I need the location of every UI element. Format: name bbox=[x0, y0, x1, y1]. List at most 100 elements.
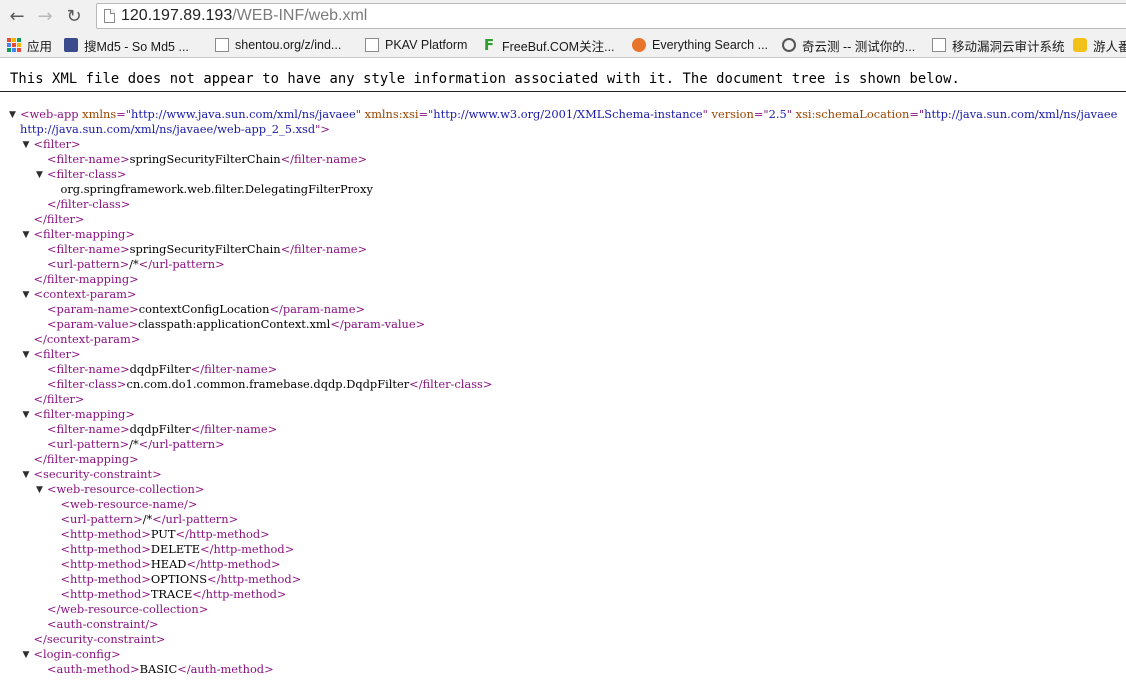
bookmark-label: FreeBuf.COM关注... bbox=[502, 39, 615, 54]
xml-tag: <filter-class> bbox=[47, 377, 127, 391]
xml-line: <filter-name>springSecurityFilterChain</… bbox=[47, 242, 367, 257]
xml-line: <auth-method>BASIC</auth-method> bbox=[47, 662, 274, 677]
xml-tag: <url-pattern> bbox=[47, 437, 130, 451]
xml-attr-value: 2.5 bbox=[768, 107, 787, 121]
collapse-toggle-icon[interactable]: ▼ bbox=[23, 350, 31, 360]
bookmark-mobile-audit[interactable]: 移动漏洞云审计系统 bbox=[932, 36, 1065, 54]
xml-attr-name: xsi:schemaLocation bbox=[795, 107, 910, 121]
xml-line: <http-method>TRACE</http-method> bbox=[61, 587, 287, 602]
xml-text: TRACE bbox=[150, 587, 193, 601]
xml-line: <web-resource-name/> bbox=[61, 497, 198, 512]
back-arrow-icon[interactable]: ← bbox=[6, 5, 28, 27]
xml-tag: =" bbox=[116, 107, 132, 121]
xml-line: <url-pattern>/*</url-pattern> bbox=[47, 437, 225, 452]
xml-tag: </filter-name> bbox=[190, 362, 278, 376]
everything-icon bbox=[632, 38, 646, 52]
collapse-toggle-icon[interactable]: ▼ bbox=[9, 110, 17, 120]
xml-tag: <security-constraint> bbox=[33, 467, 162, 481]
xml-tag: <web-app bbox=[20, 107, 83, 121]
collapse-toggle-icon[interactable]: ▼ bbox=[23, 410, 31, 420]
xml-line: org.springframework.web.filter.Delegatin… bbox=[61, 182, 373, 197]
xml-line: ▼ <filter> bbox=[23, 137, 81, 152]
xml-tag: </filter> bbox=[33, 212, 85, 226]
xml-text: HEAD bbox=[150, 557, 187, 571]
collapse-toggle-icon[interactable]: ▼ bbox=[36, 170, 44, 180]
xml-tag: </filter-name> bbox=[190, 422, 278, 436]
xml-attr-name: xmlns bbox=[82, 107, 117, 121]
bookmark-qiyun[interactable]: 奇云测 -- 测试你的... bbox=[782, 36, 915, 54]
url-text[interactable]: 120.197.89.193/WEB-INF/web.xml bbox=[121, 7, 367, 25]
collapse-toggle-icon[interactable]: ▼ bbox=[23, 290, 31, 300]
xml-tag: <http-method> bbox=[60, 587, 151, 601]
xml-text: PUT bbox=[150, 527, 176, 541]
collapse-toggle-icon[interactable]: ▼ bbox=[23, 140, 31, 150]
address-bar[interactable]: 120.197.89.193/WEB-INF/web.xml bbox=[96, 3, 1126, 29]
xml-tag: <web-resource-name/> bbox=[60, 497, 198, 511]
xml-tag: " bbox=[702, 107, 712, 121]
xml-line: <param-name>contextConfigLocation</param… bbox=[47, 302, 365, 317]
xml-tag: "> bbox=[315, 122, 330, 136]
collapse-toggle-icon[interactable]: ▼ bbox=[23, 230, 31, 240]
xml-line: ▼ <login-config> bbox=[23, 647, 121, 662]
bookmark-somd5[interactable]: 搜Md5 - So Md5 ... bbox=[64, 36, 189, 54]
xml-tag: </url-pattern> bbox=[152, 512, 239, 526]
xml-line: <url-pattern>/*</url-pattern> bbox=[47, 257, 225, 272]
xml-text: org.springframework.web.filter.Delegatin… bbox=[60, 182, 373, 196]
xml-line: <url-pattern>/*</url-pattern> bbox=[61, 512, 239, 527]
bookmark-youren[interactable]: 游人番 bbox=[1073, 36, 1126, 54]
game-icon bbox=[1073, 38, 1087, 52]
collapse-toggle-icon[interactable]: ▼ bbox=[23, 470, 31, 480]
xml-line: </filter-mapping> bbox=[34, 452, 139, 467]
xml-attr-value: http://java.sun.com/xml/ns/javaee/web-ap… bbox=[20, 122, 316, 136]
collapse-toggle-icon[interactable]: ▼ bbox=[36, 485, 44, 495]
xml-line: </filter-class> bbox=[47, 197, 130, 212]
xml-tag: </web-resource-collection> bbox=[47, 602, 209, 616]
collapse-toggle-icon[interactable]: ▼ bbox=[23, 650, 31, 660]
xml-line: </filter> bbox=[34, 212, 85, 227]
xml-line: <filter-name>dqdpFilter</filter-name> bbox=[47, 422, 277, 437]
xml-info-header: This XML file does not appear to have an… bbox=[0, 66, 1126, 92]
url-path: /WEB-INF/web.xml bbox=[232, 7, 368, 24]
xml-line: ▼ <filter-class> bbox=[36, 167, 126, 182]
xml-line: <http-method>PUT</http-method> bbox=[61, 527, 270, 542]
xml-tag: <url-pattern> bbox=[60, 512, 143, 526]
bookmarks-bar: 应用 搜Md5 - So Md5 ... shentou.org/z/ind..… bbox=[0, 32, 1126, 58]
xml-text: dqdpFilter bbox=[129, 422, 191, 436]
xml-attr-value: http://www.w3.org/2001/XMLSchema-instanc… bbox=[433, 107, 703, 121]
xml-tag: </http-method> bbox=[192, 587, 287, 601]
bookmark-everything[interactable]: Everything Search ... bbox=[632, 36, 768, 54]
xml-tag: <filter> bbox=[33, 347, 81, 361]
bookmark-pkav[interactable]: PKAV Platform bbox=[365, 36, 467, 54]
xml-line: </filter-mapping> bbox=[34, 272, 139, 287]
reload-icon[interactable]: ↻ bbox=[63, 5, 85, 27]
xml-text: classpath:applicationContext.xml bbox=[138, 317, 331, 331]
apps-grid-icon bbox=[7, 38, 21, 52]
xml-tag: <http-method> bbox=[60, 572, 151, 586]
bookmark-apps[interactable]: 应用 bbox=[7, 36, 52, 54]
bookmark-label: Everything Search ... bbox=[652, 38, 769, 52]
bookmark-shentou[interactable]: shentou.org/z/ind... bbox=[215, 36, 341, 54]
xml-tag: <param-value> bbox=[47, 317, 139, 331]
forward-arrow-icon[interactable]: → bbox=[34, 5, 56, 27]
xml-tag: <url-pattern> bbox=[47, 257, 130, 271]
xml-line: <http-method>OPTIONS</http-method> bbox=[61, 572, 302, 587]
xml-info-text: This XML file does not appear to have an… bbox=[10, 71, 960, 87]
bookmark-label: 移动漏洞云审计系统 bbox=[952, 39, 1065, 54]
xml-text: springSecurityFilterChain bbox=[129, 152, 281, 166]
xml-tag: <filter-name> bbox=[47, 362, 130, 376]
bookmark-freebuf[interactable]: F FreeBuf.COM关注... bbox=[482, 36, 615, 54]
xml-tag: =" bbox=[753, 107, 769, 121]
xml-text: /* bbox=[129, 437, 139, 451]
xml-attr-value: http://java.sun.com/xml/ns/javaee bbox=[924, 107, 1118, 121]
xml-tag: </http-method> bbox=[200, 542, 295, 556]
xml-tag: <auth-method> bbox=[47, 662, 140, 676]
xml-tag: </security-constraint> bbox=[33, 632, 166, 646]
xml-attr-name: xmlns:xsi bbox=[364, 107, 419, 121]
xml-tag: </http-method> bbox=[186, 557, 281, 571]
xml-text: /* bbox=[142, 512, 153, 526]
xml-line: ▼ <web-app xmlns="http://www.java.sun.com… bbox=[9, 107, 1118, 122]
xml-line: <http-method>HEAD</http-method> bbox=[61, 557, 281, 572]
xml-line: </filter> bbox=[34, 392, 85, 407]
xml-tag: <filter-mapping> bbox=[33, 407, 135, 421]
xml-tag: <http-method> bbox=[60, 542, 151, 556]
